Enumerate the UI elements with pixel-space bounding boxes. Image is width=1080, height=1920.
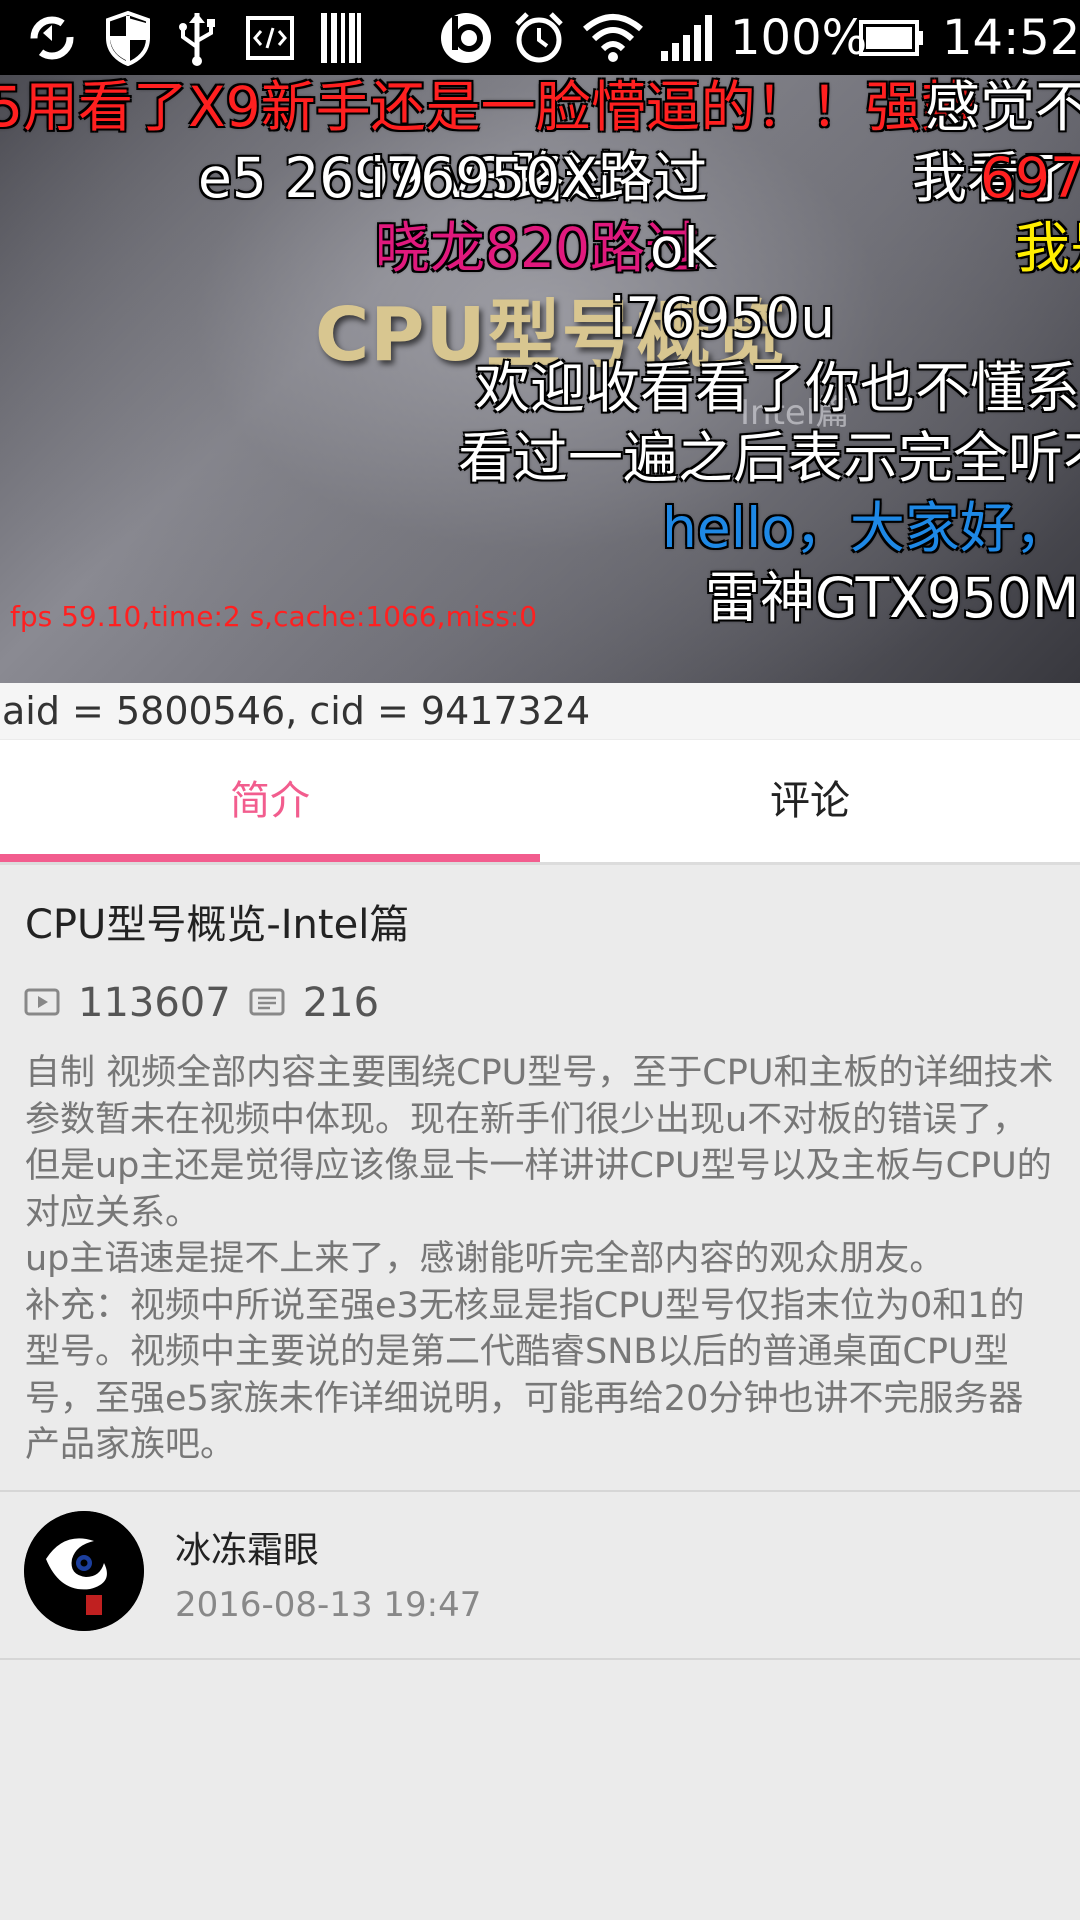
danmaku-comment: i76950X路过: [370, 146, 708, 210]
sync-icon: [22, 8, 82, 68]
code-icon: [243, 8, 297, 68]
tab-intro[interactable]: 简介: [0, 740, 540, 862]
beats-icon: [438, 8, 494, 68]
clock: 14:52: [942, 10, 1080, 66]
danmaku-count-icon: [249, 980, 285, 1026]
video-description: 自制 视频全部内容主要围绕CPU型号，至于CPU和主板的详细技术参数暂未在视频中…: [25, 1053, 1054, 1465]
play-count: 113607: [78, 980, 231, 1026]
video-player[interactable]: CPU型号概览 Intel篇 5用看了X9新手还是一脸懵逼的！！强势 感觉不 e…: [0, 75, 1080, 683]
video-stats: 113607 216: [24, 973, 379, 1033]
shield-icon: [98, 8, 158, 68]
divider: [0, 1490, 1080, 1492]
tab-bar: 简介 评论: [0, 740, 1080, 865]
danmaku-comment: hello，大家好，: [662, 496, 1070, 560]
uploader-name[interactable]: 冰冻霜眼: [175, 1521, 319, 1573]
play-count-icon: [24, 980, 60, 1026]
danmaku-comment: i76950u: [610, 286, 836, 350]
usb-icon: [172, 8, 222, 68]
video-id-info: aid = 5800546, cid = 9417324: [0, 683, 1080, 739]
battery-icon: [858, 8, 926, 68]
danmaku-comment: 感觉不: [925, 75, 1080, 139]
tab-comments[interactable]: 评论: [540, 740, 1080, 862]
barcode-icon: [318, 8, 364, 68]
tab-active-indicator: [0, 854, 540, 862]
danmaku-comment: 欢迎收看看了你也不懂系: [475, 356, 1080, 420]
divider: [0, 1658, 1080, 1660]
danmaku-comment: 雷神GTX950M: [705, 566, 1080, 630]
video-title: CPU型号概览-Intel篇: [25, 902, 410, 948]
danmaku-comment: 697: [980, 146, 1080, 210]
danmaku-comment: ok: [650, 216, 716, 280]
danmaku-comment: 5用看了X9新手还是一脸懵逼的！！强势: [0, 75, 976, 139]
danmaku-comment: 我是: [1015, 216, 1080, 280]
danmaku-comment: 看过一遍之后表示完全听不: [458, 426, 1080, 490]
uploader-row[interactable]: 冰冻霜眼 2016-08-13 19:47: [0, 1495, 1080, 1660]
danmaku-count: 216: [302, 980, 380, 1026]
alarm-icon: [510, 8, 568, 68]
status-bar: 100% 14:52: [0, 0, 1080, 75]
battery-percent: 100%: [730, 10, 868, 66]
fps-debug-text: fps 59.10,time:2 s,cache:1066,miss:0: [10, 600, 538, 633]
upload-date: 2016-08-13 19:47: [175, 1585, 482, 1625]
wifi-icon: [582, 8, 644, 68]
avatar[interactable]: [24, 1511, 144, 1631]
signal-icon: [658, 8, 720, 68]
